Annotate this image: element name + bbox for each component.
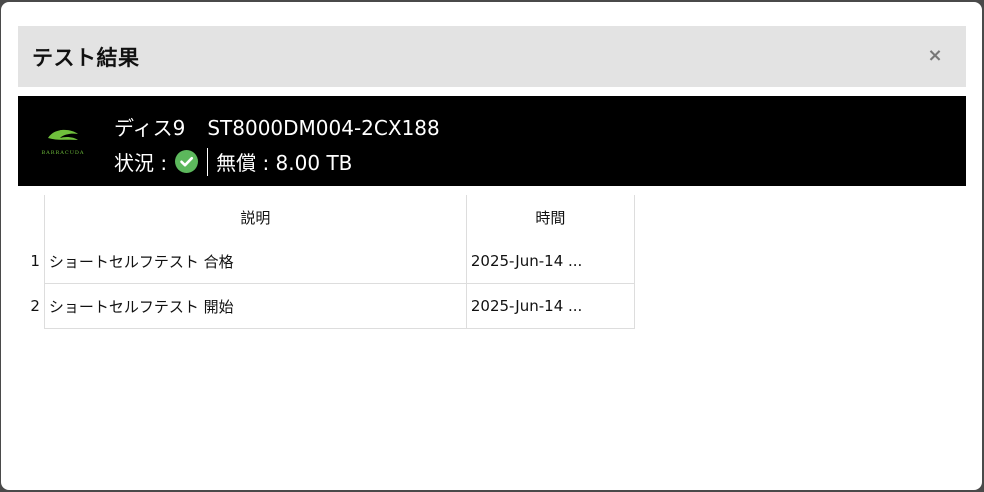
disk-label: ディス9: [114, 116, 186, 140]
time-header[interactable]: 時間: [465, 195, 636, 239]
check-circle-icon: [175, 150, 199, 173]
barracuda-fish-icon: [48, 129, 78, 140]
table-row[interactable]: 2 ショートセルフテスト 開始 2025-Jun-14 ...: [18, 283, 636, 329]
dialog-title: テスト結果: [32, 46, 140, 70]
close-button[interactable]: ×: [924, 45, 946, 67]
index-header: [18, 195, 44, 239]
capacity-text: 無償 : 8.00 TB: [216, 151, 353, 175]
disk-status-line: 状況 : 無償 : 8.00 TB: [114, 147, 352, 176]
disk-name-line: ディス9 ST8000DM004-2CX188: [114, 112, 440, 141]
table-row[interactable]: 1 ショートセルフテスト 合格 2025-Jun-14 ...: [18, 239, 636, 284]
status-divider: [207, 147, 209, 176]
disk-model: ST8000DM004-2CX188: [207, 116, 440, 140]
disk-banner: BARRACUDA ディス9 ST8000DM004-2CX188 状況 : 無償…: [18, 96, 966, 186]
row-description: ショートセルフテスト 合格: [43, 239, 467, 284]
barracuda-logo: BARRACUDA: [34, 124, 92, 160]
logo-text: BARRACUDA: [41, 150, 85, 156]
row-time: 2025-Jun-14 ...: [465, 239, 636, 284]
row-description: ショートセルフテスト 開始: [43, 283, 467, 329]
dialog-title-bar: テスト結果 ×: [18, 26, 966, 87]
status-label: 状況 :: [114, 151, 168, 175]
row-index: 2: [30, 297, 40, 315]
table-header-row: 説明 時間: [18, 195, 636, 239]
row-index: 1: [30, 252, 40, 271]
description-header[interactable]: 説明: [43, 195, 467, 239]
test-results-table: 説明 時間 1 ショートセルフテスト 合格 2025-Jun-14 ... 2 …: [18, 195, 636, 329]
test-results-dialog: テスト結果 × BARRACUDA ディス9 ST8000DM004-2CX188…: [1, 2, 982, 490]
row-time: 2025-Jun-14 ...: [465, 283, 636, 329]
